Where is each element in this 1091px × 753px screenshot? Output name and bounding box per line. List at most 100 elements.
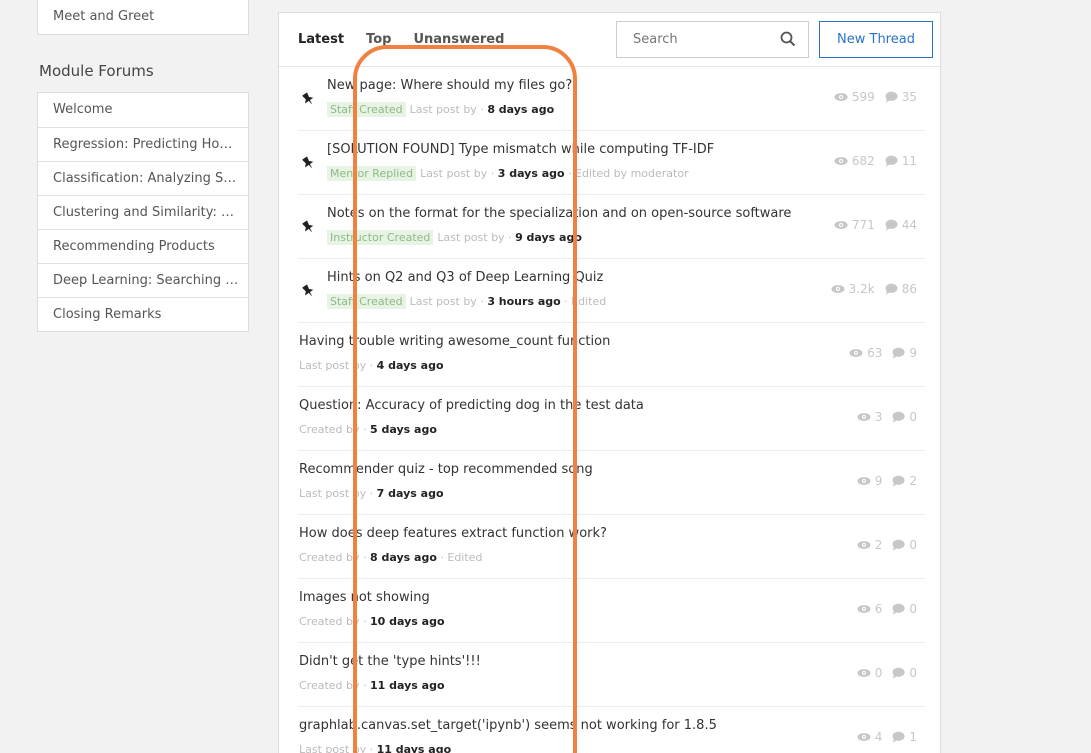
thread-row[interactable]: How does deep features extract function … <box>298 515 925 579</box>
views-icon <box>857 732 871 742</box>
thread-title[interactable]: Having trouble writing awesome_count fun… <box>299 334 610 349</box>
tab-top[interactable]: Top <box>366 32 391 47</box>
sidebar-item-recommending[interactable]: Recommending Products <box>38 229 248 263</box>
reply-count: 0 <box>909 538 917 552</box>
pin-icon <box>302 155 314 169</box>
views-icon <box>857 540 871 550</box>
thread-list: New page: Where should my files go? Staff… <box>298 67 925 753</box>
thread-title[interactable]: Hints on Q2 and Q3 of Deep Learning Quiz <box>327 270 603 285</box>
thread-row[interactable]: Recommender quiz - top recommended song L… <box>298 451 925 515</box>
replies-icon <box>892 539 905 551</box>
thread-time: 3 hours ago <box>487 295 561 308</box>
thread-title[interactable]: [SOLUTION FOUND] Type mismatch while com… <box>327 142 714 157</box>
thread-counts: 41 <box>857 730 917 744</box>
reply-count: 0 <box>909 666 917 680</box>
thread-title[interactable]: graphlab.canvas.set_target('ipynb') seem… <box>299 718 717 733</box>
views-icon <box>834 156 848 166</box>
replies-icon <box>892 731 905 743</box>
thread-title[interactable]: Recommender quiz - top recommended song <box>299 462 593 477</box>
tab-unanswered[interactable]: Unanswered <box>413 32 504 47</box>
thread-counts: 682 11 <box>834 154 917 168</box>
search-input[interactable] <box>617 32 777 47</box>
thread-time: 7 days ago <box>376 487 444 500</box>
thread-badge: Staff Created <box>327 294 406 309</box>
thread-badge: Instructor Created <box>327 230 434 245</box>
search-icon[interactable] <box>780 31 796 47</box>
new-thread-button[interactable]: New Thread <box>819 21 933 58</box>
thread-title[interactable]: Question: Accuracy of predicting dog in … <box>299 398 644 413</box>
search-box <box>616 21 809 58</box>
tab-latest[interactable]: Latest <box>298 32 344 47</box>
reply-count: 86 <box>901 282 917 296</box>
thread-row[interactable]: [SOLUTION FOUND] Type mismatch while com… <box>298 131 925 195</box>
sidebar-item-deep-learning[interactable]: Deep Learning: Searching fo... <box>38 263 248 297</box>
thread-time: 9 days ago <box>515 231 582 244</box>
view-count: 9 <box>874 474 883 488</box>
thread-row[interactable]: Didn't get the 'type hints'!!! Created by… <box>298 643 925 707</box>
module-forums-heading: Module Forums <box>39 62 154 80</box>
replies-icon <box>885 283 898 295</box>
view-count: 0 <box>874 666 883 680</box>
thread-counts: 60 <box>857 602 917 616</box>
thread-meta-prefix: Last post by <box>409 103 477 116</box>
views-icon <box>857 476 871 486</box>
thread-meta: Mentor Replied Last post by · 3 days ago … <box>327 166 689 181</box>
thread-title[interactable]: Notes on the format for the specializati… <box>327 206 791 221</box>
thread-title[interactable]: Images not showing <box>299 590 430 605</box>
sidebar-item-closing-remarks[interactable]: Closing Remarks <box>38 297 248 331</box>
pin-icon <box>302 219 314 233</box>
reply-count: 1 <box>909 730 917 744</box>
views-icon <box>857 604 871 614</box>
thread-badge: Mentor Replied <box>327 166 417 181</box>
thread-time: 8 days ago <box>487 103 555 116</box>
thread-meta: Created by · 11 days ago <box>299 679 445 692</box>
thread-meta: Last post by · 4 days ago <box>299 359 444 372</box>
thread-meta: Instructor Created Last post by · 9 days … <box>327 230 582 245</box>
thread-row[interactable]: Hints on Q2 and Q3 of Deep Learning Quiz… <box>298 259 925 323</box>
thread-row[interactable]: New page: Where should my files go? Staff… <box>298 67 925 131</box>
thread-meta-prefix: Last post by <box>437 231 505 244</box>
thread-meta: Created by · 8 days ago · Edited <box>299 551 483 564</box>
thread-meta: Created by · 10 days ago <box>299 615 445 628</box>
thread-title[interactable]: Didn't get the 'type hints'!!! <box>299 654 481 669</box>
thread-meta-suffix: · Edited <box>440 551 483 564</box>
reply-count: 35 <box>901 90 917 104</box>
views-icon <box>849 348 863 358</box>
thread-meta-suffix: · Edited <box>564 295 607 308</box>
thread-meta: Staff Created Last post by · 8 days ago <box>327 102 555 117</box>
thread-title[interactable]: How does deep features extract function … <box>299 526 607 541</box>
view-count: 3 <box>874 410 883 424</box>
sidebar-item-welcome[interactable]: Welcome <box>38 93 248 127</box>
thread-row[interactable]: Question: Accuracy of predicting dog in … <box>298 387 925 451</box>
thread-row[interactable]: Images not showing Created by · 10 days a… <box>298 579 925 643</box>
sidebar-item-classification[interactable]: Classification: Analyzing Sen... <box>38 161 248 195</box>
thread-meta-prefix: Last post by <box>409 295 477 308</box>
thread-row[interactable]: graphlab.canvas.set_target('ipynb') seem… <box>298 707 925 753</box>
thread-toolbar: Latest Top Unanswered New Thread <box>279 13 940 67</box>
thread-time: 11 days ago <box>370 679 445 692</box>
sidebar-item-clustering[interactable]: Clustering and Similarity: Re... <box>38 195 248 229</box>
thread-time: 4 days ago <box>376 359 444 372</box>
thread-row[interactable]: Having trouble writing awesome_count fun… <box>298 323 925 387</box>
sidebar: Meet and Greet Module Forums Welcome Reg… <box>37 0 249 332</box>
general-forums-list: Meet and Greet <box>37 0 249 35</box>
sidebar-item-meet-and-greet[interactable]: Meet and Greet <box>38 0 248 34</box>
view-count: 63 <box>867 346 883 360</box>
views-icon <box>831 284 845 294</box>
thread-title[interactable]: New page: Where should my files go? <box>327 78 572 93</box>
thread-counts: 20 <box>857 538 917 552</box>
thread-meta-prefix: Created by <box>299 679 360 692</box>
thread-meta-prefix: Last post by <box>299 487 367 500</box>
thread-meta-prefix: Last post by <box>299 359 367 372</box>
replies-icon <box>892 667 905 679</box>
sidebar-item-regression[interactable]: Regression: Predicting Hous... <box>38 127 248 161</box>
thread-counts: 3.2k 86 <box>831 282 917 296</box>
thread-time: 3 days ago <box>497 167 565 180</box>
replies-icon <box>892 475 905 487</box>
thread-time: 11 days ago <box>376 743 452 753</box>
thread-row[interactable]: Notes on the format for the specializati… <box>298 195 925 259</box>
pin-icon <box>302 91 314 105</box>
view-count: 2 <box>874 538 883 552</box>
thread-panel: Latest Top Unanswered New Thread New pag… <box>278 12 941 753</box>
thread-meta-suffix: · Edited by moderator <box>568 167 689 180</box>
